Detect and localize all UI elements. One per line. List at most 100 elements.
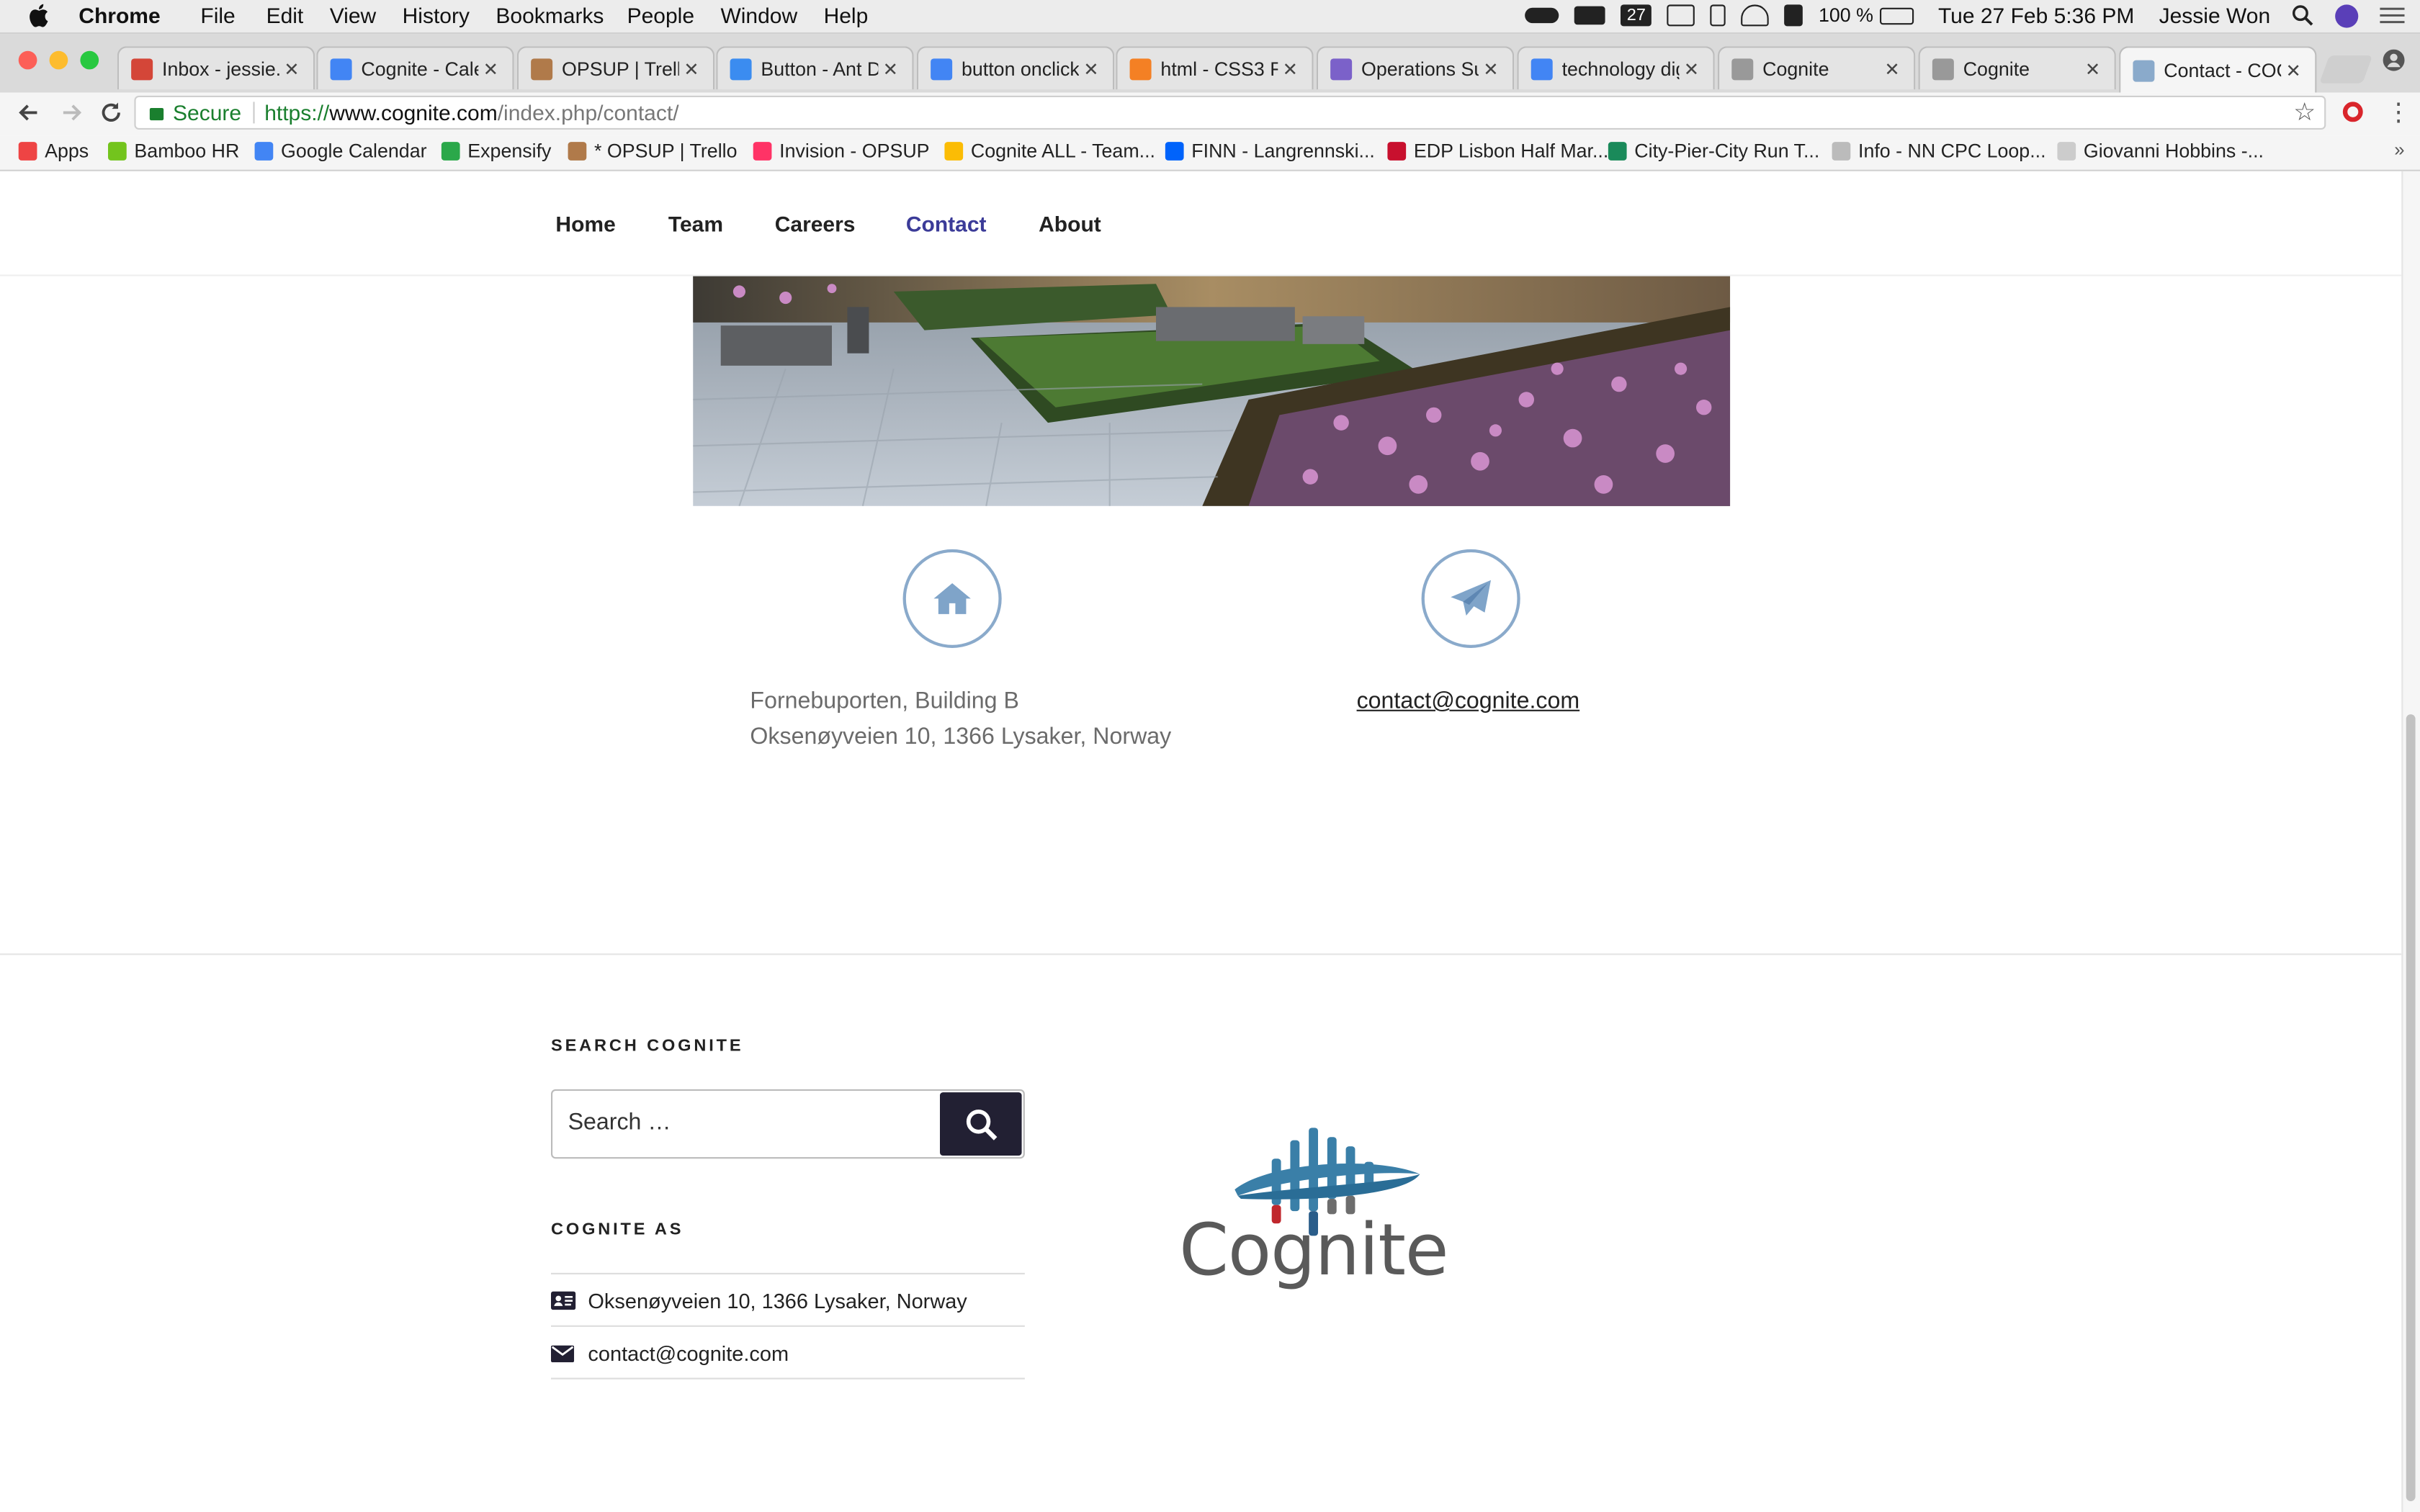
tab-close-icon[interactable]: ✕ (878, 58, 902, 79)
apple-icon[interactable] (28, 1, 50, 30)
browser-tab[interactable]: technology dig ✕ (1517, 46, 1715, 90)
office-plaza-photo (693, 276, 1731, 506)
wifi-icon[interactable] (1741, 4, 1770, 27)
docker-icon[interactable] (1574, 6, 1605, 25)
user-name[interactable]: Jessie Won (2159, 3, 2271, 27)
bookmark-item[interactable]: Google Calendar (254, 140, 427, 162)
siri-icon[interactable] (2335, 4, 2359, 27)
forward-arrow-icon[interactable] (55, 100, 86, 125)
bluetooth-icon[interactable] (1710, 4, 1726, 27)
bookmark-star-icon[interactable]: ☆ (2293, 97, 2316, 128)
back-arrow-icon[interactable] (14, 100, 45, 125)
tab-close-icon[interactable]: ✕ (1479, 58, 1503, 79)
nav-home[interactable]: Home (555, 212, 615, 236)
contact-email-link[interactable]: contact@cognite.com (1357, 688, 1580, 714)
bookmark-item[interactable]: * OPSUP | Trello (568, 140, 738, 162)
bookmark-item[interactable]: EDP Lisbon Half Mar... (1387, 140, 1608, 162)
notification-center-icon[interactable] (2380, 6, 2405, 25)
browser-tab[interactable]: Cognite - Calen✕ (316, 46, 514, 90)
bookmark-item[interactable]: Apps (18, 140, 89, 162)
company-email-row[interactable]: contact@cognite.com (551, 1325, 1025, 1380)
tab-close-icon[interactable]: ✕ (2281, 60, 2305, 81)
browser-tab[interactable]: Operations Sup✕ (1316, 46, 1515, 90)
bookmark-item[interactable]: FINN - Langrennski... (1165, 140, 1375, 162)
window-minimize-button[interactable] (49, 50, 68, 70)
tab-title: OPSUP | Trello (562, 58, 679, 80)
tab-close-icon[interactable]: ✕ (1278, 58, 1302, 79)
lock-icon[interactable] (149, 108, 164, 121)
search-submit-button[interactable] (940, 1092, 1022, 1156)
battery-icon[interactable] (1879, 6, 1914, 24)
menu-window[interactable]: Window (720, 3, 797, 27)
browser-tab[interactable]: Cognite ✕ (1718, 46, 1916, 90)
tab-close-icon[interactable]: ✕ (478, 58, 503, 79)
bookmark-favicon-icon (1608, 142, 1627, 161)
secure-label[interactable]: Secure (173, 100, 241, 125)
menu-file[interactable]: File (200, 3, 235, 27)
browser-tab[interactable]: Button - Ant De✕ (716, 46, 914, 90)
chrome-menu-icon[interactable]: ⋮ (2386, 97, 2411, 128)
profile-icon[interactable] (2383, 49, 2405, 71)
browser-tab[interactable]: Cognite ✕ (1918, 46, 2116, 90)
tab-close-icon[interactable]: ✕ (2081, 58, 2105, 79)
tab-title: html - CSS3 Fle (1160, 58, 1278, 80)
menu-bookmarks[interactable]: Bookmarks (496, 3, 604, 27)
bookmark-item[interactable]: Cognite ALL - Team... (944, 140, 1155, 162)
clock-text[interactable]: Tue 27 Feb 5:36 PM (1938, 3, 2134, 27)
tab-close-icon[interactable]: ✕ (679, 58, 704, 79)
calendar-badge[interactable]: 27 (1621, 4, 1652, 27)
address-circle (902, 549, 1002, 648)
opera-extension-icon[interactable] (2342, 102, 2363, 122)
bookmark-item[interactable]: Expensify (441, 140, 552, 162)
tab-favicon-icon (1129, 58, 1152, 80)
menu-help[interactable]: Help (824, 3, 869, 27)
address-bar[interactable]: Secure https://www.cognite.com/index.php… (134, 95, 2326, 130)
tab-title: Inbox - jessie.w (162, 58, 279, 80)
url-path: /index.php/contact/ (497, 100, 679, 125)
bookmark-item[interactable]: Info - NN CPC Loop... (1832, 140, 2046, 162)
omnibox-divider (254, 102, 256, 124)
address-line-2: Oksenøyveien 10, 1366 Lysaker, Norway (750, 723, 1172, 750)
bookmark-item[interactable]: Invision - OPSUP (753, 140, 930, 162)
bookmark-item[interactable]: Giovanni Hobbins -... (2057, 140, 2264, 162)
menu-people[interactable]: People (627, 3, 694, 27)
bookmark-favicon-icon (1387, 142, 1407, 161)
nav-contact[interactable]: Contact (906, 212, 987, 236)
bookmark-label: Invision - OPSUP (779, 140, 930, 162)
menu-app-name[interactable]: Chrome (79, 3, 160, 27)
airplay-icon[interactable] (1667, 4, 1695, 27)
bookmark-label: * OPSUP | Trello (594, 140, 738, 162)
tab-close-icon[interactable]: ✕ (279, 58, 304, 79)
company-email-text[interactable]: contact@cognite.com (588, 1341, 789, 1364)
bookmark-label: Expensify (467, 140, 552, 162)
tab-title: Cognite - Calen (361, 58, 478, 80)
spotlight-search-icon[interactable] (2292, 4, 2313, 26)
bookmark-item[interactable]: City-Pier-City Run T... (1608, 140, 1819, 162)
tab-close-icon[interactable]: ✕ (1880, 58, 1904, 79)
volume-icon[interactable] (1784, 4, 1803, 27)
nav-careers[interactable]: Careers (775, 212, 856, 236)
bookmark-item[interactable]: Bamboo HR (108, 140, 239, 162)
window-close-button[interactable] (18, 50, 37, 70)
bookmarks-overflow-icon[interactable]: » (2394, 139, 2404, 161)
tab-close-icon[interactable]: ✕ (1679, 58, 1703, 79)
menu-view[interactable]: View (330, 3, 376, 27)
nav-team[interactable]: Team (668, 212, 723, 236)
page-scrollbar-thumb[interactable] (2406, 714, 2416, 1501)
bookmark-label: Bamboo HR (134, 140, 240, 162)
browser-tab[interactable]: Inbox - jessie.w✕ (117, 46, 315, 90)
tab-close-icon[interactable]: ✕ (1079, 58, 1103, 79)
browser-tab[interactable]: Contact - COG ✕ (2119, 46, 2317, 93)
bookmark-favicon-icon (18, 142, 37, 161)
window-zoom-button[interactable] (80, 50, 99, 70)
browser-tab[interactable]: OPSUP | Trello ✕ (516, 46, 715, 90)
tab-title: Cognite (1762, 58, 1829, 80)
moustache-icon[interactable] (1525, 7, 1559, 24)
browser-tab[interactable]: button onclick ✕ (916, 46, 1115, 90)
nav-about[interactable]: About (1039, 212, 1101, 236)
reload-icon[interactable] (96, 100, 127, 125)
browser-tab[interactable]: html - CSS3 Fle✕ (1116, 46, 1314, 90)
menu-edit[interactable]: Edit (266, 3, 304, 27)
search-icon (965, 1109, 997, 1140)
menu-history[interactable]: History (403, 3, 470, 27)
